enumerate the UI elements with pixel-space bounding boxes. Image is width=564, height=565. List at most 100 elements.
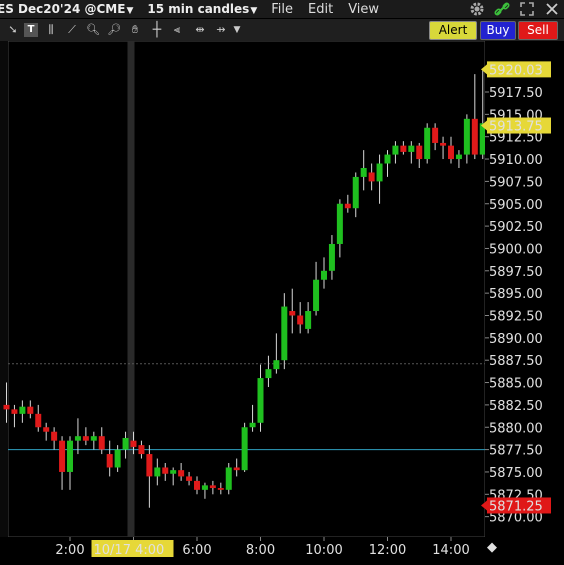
time-tick-label: 8:00 (246, 543, 275, 558)
price-tick-label: 5882.50 (489, 399, 543, 414)
candle-body (352, 176, 359, 209)
menu-file[interactable]: File (271, 2, 293, 17)
candle-body (186, 476, 193, 481)
time-tick-label: 10:00 (305, 543, 342, 558)
left-margin (0, 41, 8, 537)
time-tick-label: 2:00 (55, 543, 84, 558)
candle-body (225, 467, 232, 490)
zoom-in-icon[interactable]: 🔍︎ (86, 23, 100, 37)
time-tick-label: 12:00 (369, 543, 406, 558)
candle-body (376, 163, 383, 182)
bar-tool-icon[interactable]: ⫼ (44, 23, 58, 37)
candle-body (440, 142, 447, 146)
price-tick-label: 5910.00 (489, 153, 543, 168)
price-tick-label: 5885.00 (489, 377, 543, 392)
price-tick-label: 5880.00 (489, 421, 543, 436)
chart-toolbar: ➘ T ⫼ ⟋ 🔍︎ 🔎︎ ✋︎ ┼ ⫷ ⇹ ⇸ ▼ Alert Buy Sel… (0, 19, 564, 42)
candle-body (217, 488, 224, 490)
interval-selector[interactable]: 15 min candles▼ (147, 2, 257, 16)
candle-body (241, 427, 248, 471)
expand-window-icon[interactable] (519, 1, 535, 17)
candle-body (471, 118, 478, 155)
candle-body (416, 145, 423, 160)
menu-edit[interactable]: Edit (308, 2, 333, 17)
price-tick-label: 5900.00 (489, 242, 543, 257)
sell-price-label: 5871.25 (489, 499, 543, 514)
expand-icon[interactable]: ⇹ (193, 23, 207, 37)
candle-body (257, 378, 264, 423)
buy-button[interactable]: Buy (480, 21, 516, 40)
arrow-cursor-icon[interactable]: ➘ (6, 23, 20, 37)
candle-body (424, 127, 431, 160)
candle-body (321, 270, 327, 280)
link-icon[interactable] (494, 1, 510, 17)
candle-body (281, 306, 288, 361)
gear-icon[interactable] (469, 1, 485, 17)
price-tick-label: 5892.50 (489, 310, 543, 325)
dropdown-icon[interactable]: ▼ (230, 23, 244, 37)
candle-body (170, 470, 177, 474)
price-tick-label: 5887.50 (489, 354, 543, 369)
candle-body (368, 172, 375, 182)
candle-body (336, 203, 343, 244)
close-icon[interactable] (544, 1, 560, 17)
candle-body (90, 436, 97, 441)
candle-body (289, 311, 296, 316)
candle-body (249, 422, 256, 428)
symbol-selector[interactable]: ES Dec20'24 @CME▼ (0, 2, 133, 16)
line-tool-icon[interactable]: ⟋ (65, 23, 79, 37)
title-bar: ES Dec20'24 @CME▼ 15 min candles▼ File E… (0, 0, 564, 18)
candle-body (74, 436, 81, 441)
time-tick-label: 14:00 (432, 543, 469, 558)
price-tick-label: 5905.00 (489, 198, 543, 213)
candle-body (98, 436, 105, 450)
candle-body (313, 279, 320, 312)
candle-body (130, 440, 137, 447)
candle-body (408, 145, 415, 152)
candle-body (138, 445, 145, 455)
interval-label: 15 min candles (147, 2, 250, 16)
chevron-down-icon: ▼ (126, 6, 134, 16)
candle-body (43, 427, 50, 432)
window-controls (469, 0, 560, 18)
price-tick-label: 5875.00 (489, 466, 543, 481)
candle-body (114, 449, 121, 468)
time-tick-label: 6:00 (182, 543, 211, 558)
candle-body (233, 467, 240, 471)
candle-body (162, 467, 169, 474)
candle-body (178, 470, 185, 477)
last-price-label: 5913.75 (489, 120, 543, 135)
candle-body (384, 154, 391, 164)
date-highlight-label: 10/17 4:00 (94, 543, 165, 558)
text-tool-icon[interactable]: T (24, 23, 38, 37)
candle-body (27, 406, 34, 414)
candle-body (463, 118, 470, 155)
candle-body (344, 203, 351, 209)
resize-icon[interactable]: ⇸ (214, 23, 228, 37)
candle-body (448, 145, 454, 160)
price-tick-label: 5877.50 (489, 444, 543, 459)
pan-hand-icon[interactable]: ✋︎ (128, 23, 142, 37)
price-tick-label: 5907.50 (489, 175, 543, 190)
candle-body (360, 167, 367, 177)
candle-body (106, 454, 113, 468)
axis-end-icon: ◆ (487, 540, 497, 555)
price-tick-label: 5895.00 (489, 287, 543, 302)
candle-body (154, 467, 161, 477)
price-tick-label: 5890.00 (489, 332, 543, 347)
candle-body (82, 436, 89, 441)
sell-button[interactable]: Sell (518, 21, 558, 40)
candle-body (51, 431, 58, 441)
price-tick-label: 5897.50 (489, 265, 543, 280)
zoom-out-icon[interactable]: 🔎︎ (107, 23, 121, 37)
candle-body (305, 311, 312, 329)
time-highlight-band (127, 41, 135, 537)
crosshair-icon[interactable]: ┼ (150, 23, 164, 37)
candlestick-chart[interactable]: 5917.505915.005912.505910.005907.505905.… (0, 41, 564, 565)
menu-view[interactable]: View (348, 2, 379, 17)
alert-button[interactable]: Alert (429, 21, 477, 40)
candle-body (265, 369, 272, 379)
chevron-down-icon: ▼ (250, 6, 258, 16)
compare-icon[interactable]: ⫷ (170, 23, 184, 37)
candle-body (3, 404, 10, 410)
